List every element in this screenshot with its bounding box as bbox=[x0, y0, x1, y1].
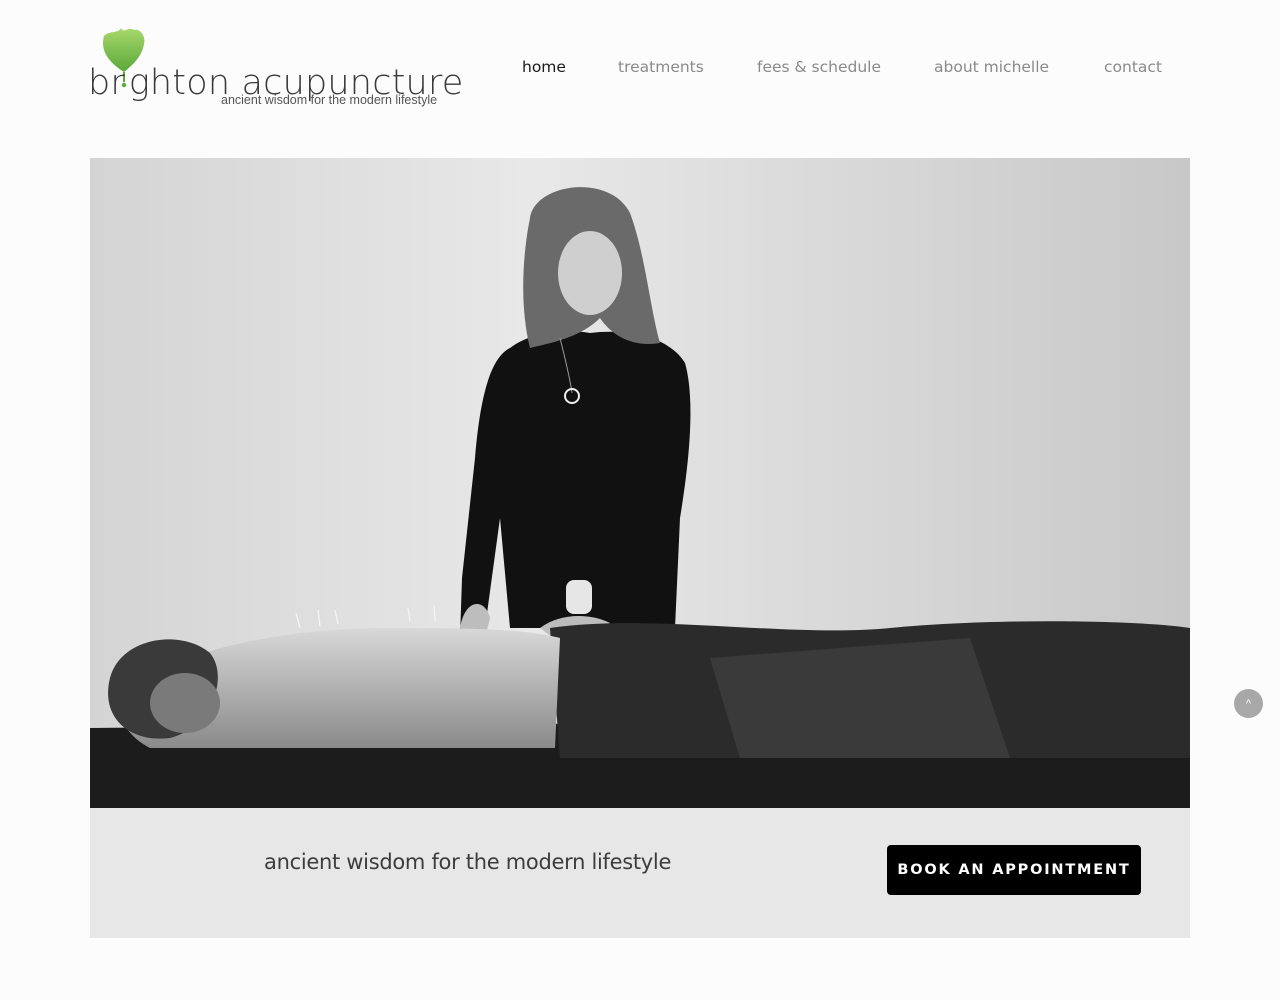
acupuncture-photo-illustration bbox=[90, 158, 1190, 808]
nav-item-about-michelle[interactable]: about michelle bbox=[934, 58, 1049, 76]
main-nav: home treatments fees & schedule about mi… bbox=[0, 58, 1280, 82]
back-to-top-button[interactable]: ^ bbox=[1234, 689, 1263, 718]
chevron-up-icon: ^ bbox=[1245, 697, 1252, 710]
nav-item-home[interactable]: home bbox=[522, 58, 566, 76]
logo-tagline: ancient wisdom for the modern lifestyle bbox=[221, 93, 438, 107]
nav-item-fees-schedule[interactable]: fees & schedule bbox=[757, 58, 881, 76]
hero-image bbox=[90, 158, 1190, 808]
banner-tagline: ancient wisdom for the modern lifestyle bbox=[264, 850, 672, 874]
nav-item-contact[interactable]: contact bbox=[1104, 58, 1162, 76]
nav-item-treatments[interactable]: treatments bbox=[618, 58, 704, 76]
cta-banner: ancient wisdom for the modern lifestyle … bbox=[90, 808, 1190, 938]
book-appointment-button[interactable]: BOOK AN APPOINTMENT bbox=[887, 845, 1141, 895]
